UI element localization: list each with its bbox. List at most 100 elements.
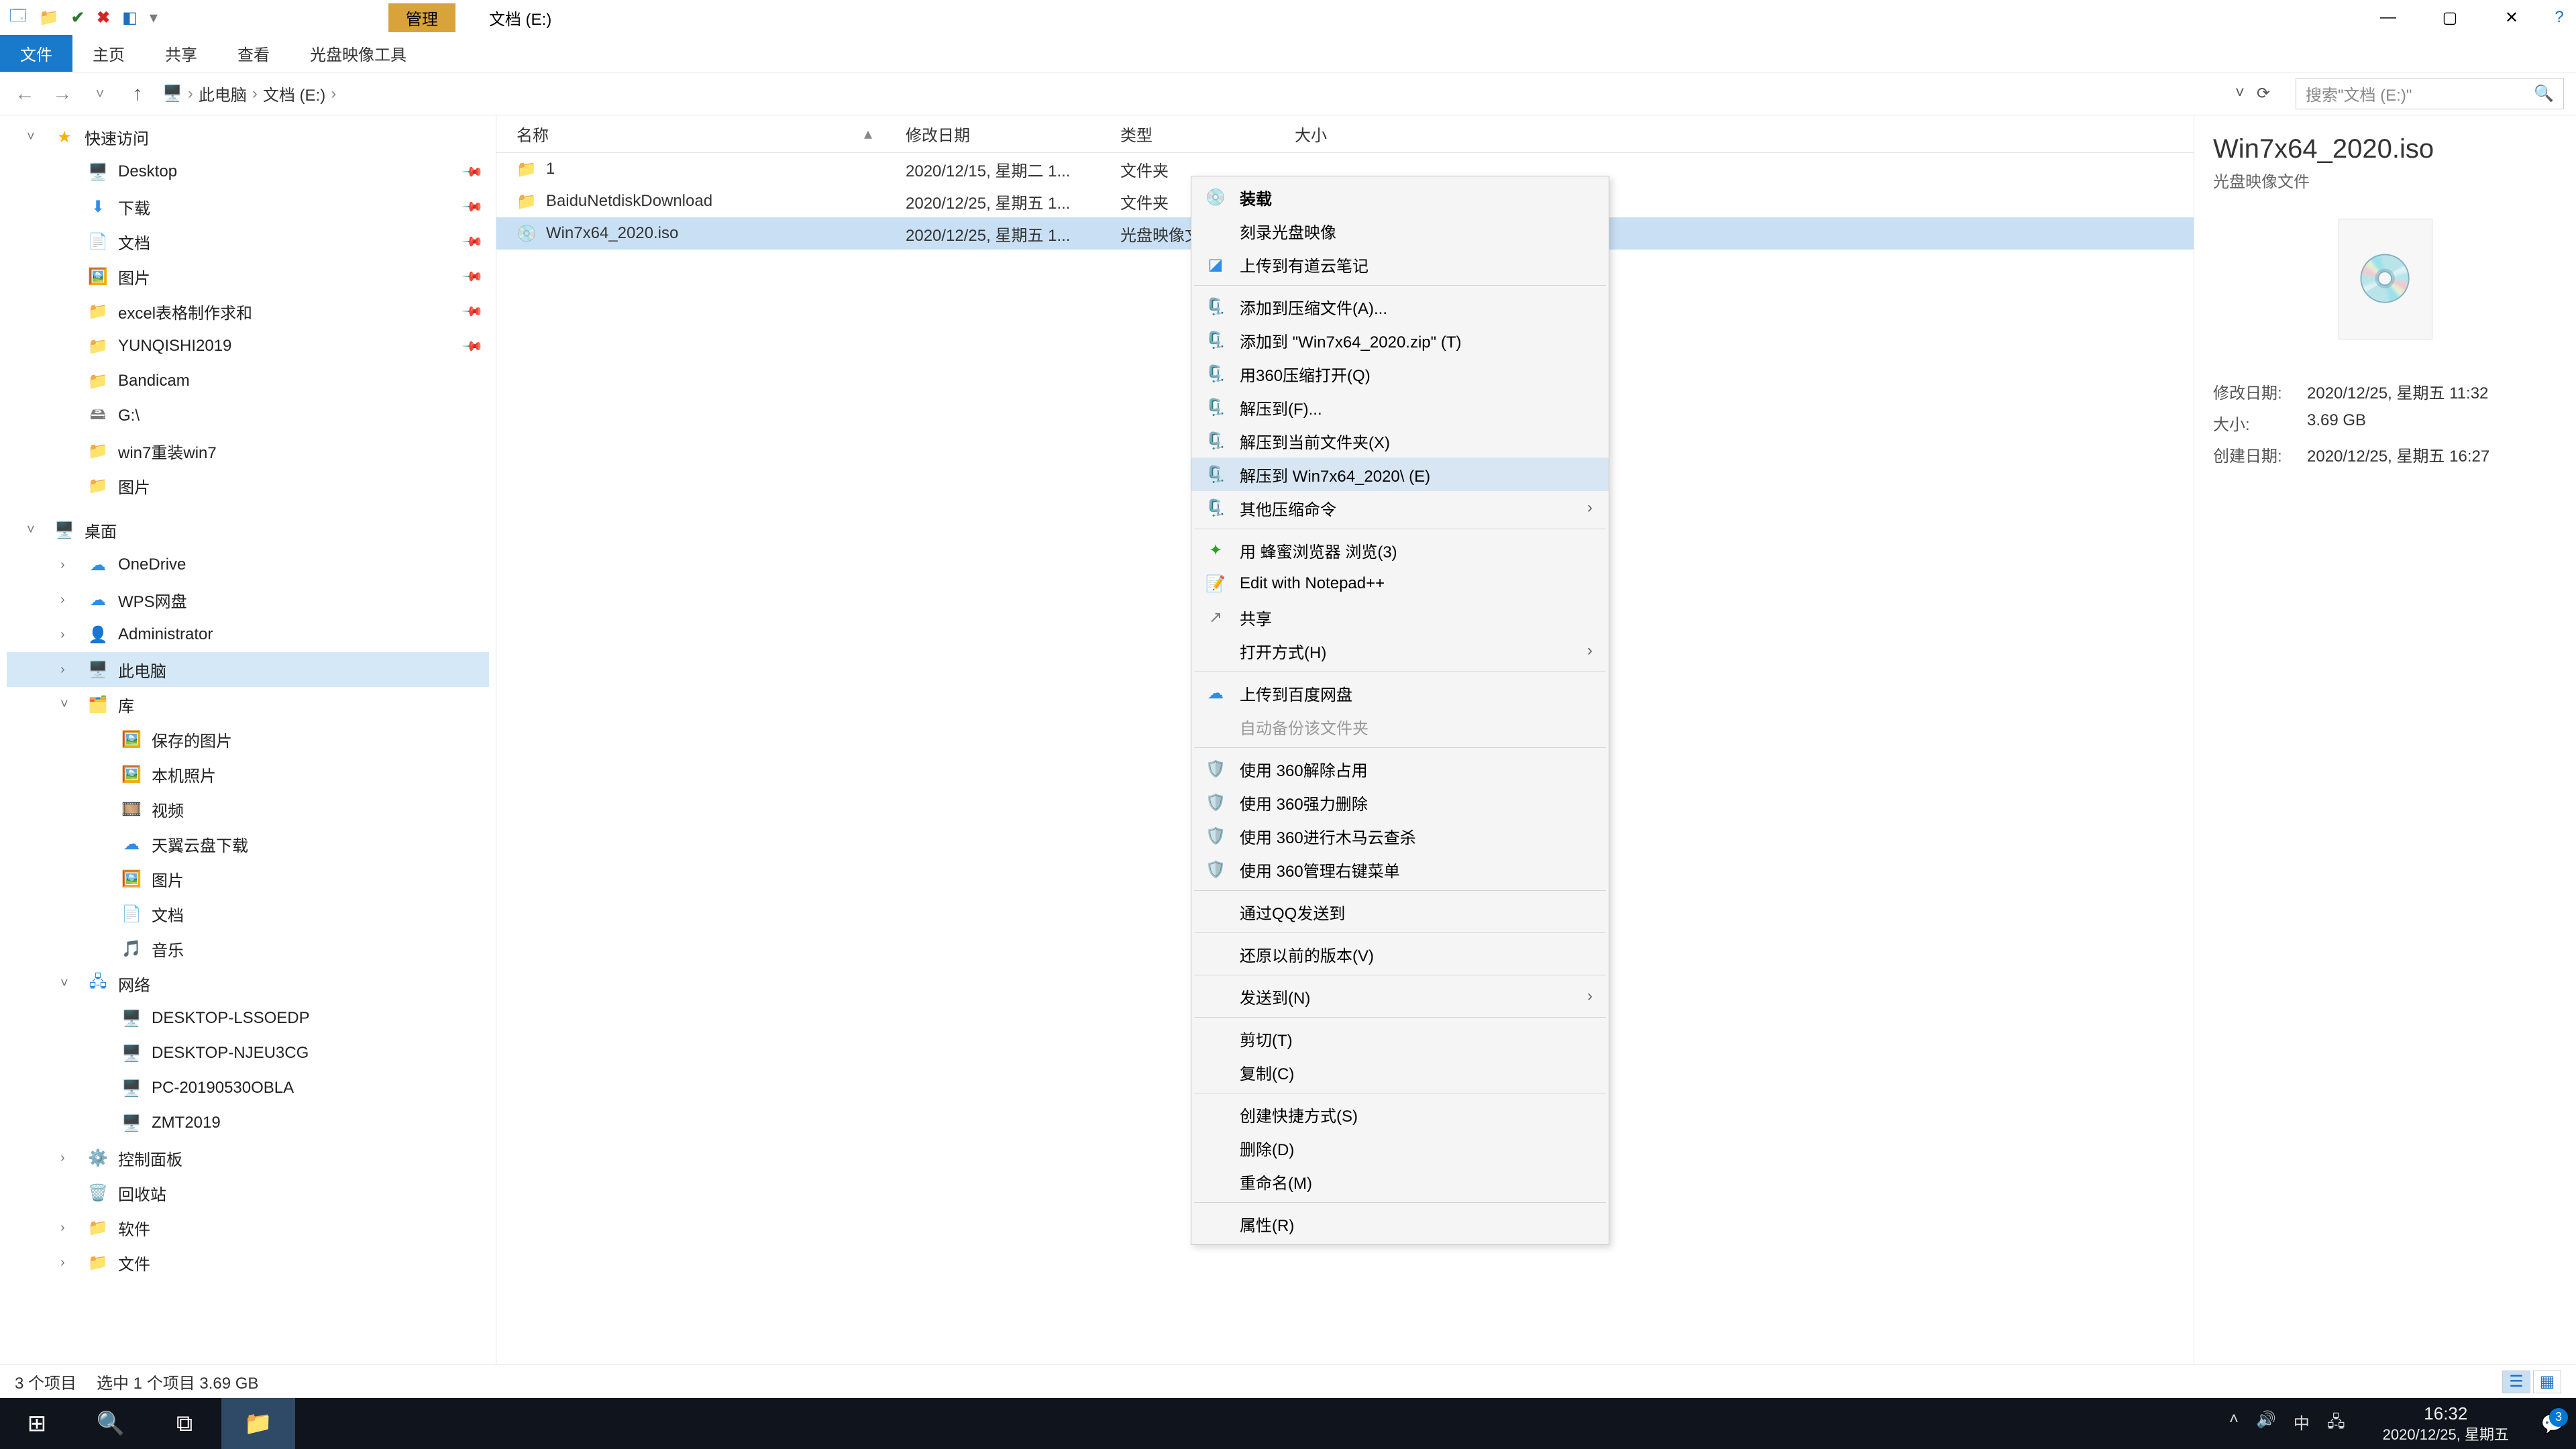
tree-item[interactable]: excel表格制作求和 — [118, 300, 252, 323]
network-icon[interactable]: 🖧 — [2327, 1410, 2345, 1438]
column-date[interactable]: 修改日期 — [885, 122, 1100, 146]
nav-up-button[interactable]: ↑ — [125, 83, 150, 105]
tree-item[interactable]: 软件 — [118, 1216, 150, 1240]
tree-item[interactable]: Bandicam — [118, 372, 190, 390]
tree-item[interactable]: 图片 — [118, 265, 150, 288]
tree-item[interactable]: DESKTOP-LSSOEDP — [152, 1009, 310, 1028]
ctx-mount[interactable]: 💿装载 — [1191, 180, 1609, 214]
ribbon-tab-file[interactable]: 文件 — [0, 35, 72, 72]
tree-item-network[interactable]: 网络 — [118, 972, 150, 996]
ribbon-tab-home[interactable]: 主页 — [72, 35, 145, 72]
nav-back-button[interactable]: ← — [12, 83, 38, 105]
taskbar-search-button[interactable]: 🔍 — [74, 1398, 148, 1449]
navigation-tree[interactable]: ˅★快速访问 🖥️Desktop📌 ⬇下载📌 📄文档📌 🖼️图片📌 📁excel… — [0, 115, 496, 1364]
tree-item[interactable]: OneDrive — [118, 555, 186, 574]
column-type[interactable]: 类型 — [1100, 122, 1275, 146]
ctx-add-archive[interactable]: 🗜️添加到压缩文件(A)... — [1191, 290, 1609, 323]
ctx-open-360zip[interactable]: 🗜️用360压缩打开(Q) — [1191, 357, 1609, 390]
ctx-other-compress[interactable]: 🗜️其他压缩命令› — [1191, 491, 1609, 525]
chevron-right-icon[interactable]: › — [252, 85, 258, 103]
ctx-qq-send[interactable]: 通过QQ发送到 — [1191, 895, 1609, 928]
close-button[interactable]: ✕ — [2481, 0, 2542, 35]
tree-item[interactable]: 视频 — [152, 798, 184, 821]
ctx-youdao-upload[interactable]: ◪上传到有道云笔记 — [1191, 248, 1609, 281]
help-button[interactable]: ? — [2542, 0, 2576, 35]
contextual-tab-label[interactable]: 管理 — [388, 3, 455, 32]
nav-forward-button[interactable]: → — [50, 83, 75, 105]
refresh-icon[interactable]: ⟳ — [2257, 84, 2270, 103]
ctx-create-shortcut[interactable]: 创建快捷方式(S) — [1191, 1097, 1609, 1131]
ctx-extract-to[interactable]: 🗜️解压到(F)... — [1191, 390, 1609, 424]
ctx-360-free[interactable]: 🛡️使用 360解除占用 — [1191, 752, 1609, 786]
ime-indicator[interactable]: 中 — [2294, 1410, 2310, 1438]
tree-item[interactable]: Desktop — [118, 162, 177, 181]
ctx-restore-previous[interactable]: 还原以前的版本(V) — [1191, 937, 1609, 971]
tree-item[interactable]: YUNQISHI2019 — [118, 337, 231, 356]
tree-item[interactable]: 文档 — [118, 230, 150, 254]
tree-item[interactable]: DESKTOP-NJEU3CG — [152, 1044, 309, 1063]
tree-item[interactable]: 文档 — [152, 902, 184, 926]
ctx-send-to[interactable]: 发送到(N)› — [1191, 979, 1609, 1013]
ctx-360-menu-manage[interactable]: 🛡️使用 360管理右键菜单 — [1191, 853, 1609, 886]
tree-item[interactable]: PC-20190530OBLA — [152, 1079, 294, 1097]
tray-overflow-icon[interactable]: ˄ — [2229, 1410, 2239, 1438]
tree-item[interactable]: 天翼云盘下载 — [152, 833, 248, 856]
tree-item-libraries[interactable]: 库 — [118, 693, 134, 716]
taskbar-app-explorer[interactable]: 📁 — [221, 1398, 295, 1449]
tree-item[interactable]: 下载 — [118, 195, 150, 219]
tree-item[interactable]: WPS网盘 — [118, 588, 187, 612]
nav-recent-dropdown[interactable]: ˅ — [87, 85, 113, 103]
tree-item-quickaccess[interactable]: 快速访问 — [85, 125, 149, 149]
tree-item[interactable]: 音乐 — [152, 937, 184, 961]
view-details-button[interactable]: ☰ — [2502, 1371, 2530, 1393]
maximize-button[interactable]: ▢ — [2419, 0, 2481, 35]
ctx-delete[interactable]: 删除(D) — [1191, 1131, 1609, 1165]
action-center-button[interactable]: 💬3 — [2529, 1413, 2576, 1435]
ribbon-tab-view[interactable]: 查看 — [217, 35, 290, 72]
ctx-open-with[interactable]: 打开方式(H)› — [1191, 634, 1609, 667]
tree-item[interactable]: Administrator — [118, 625, 213, 644]
ribbon-tab-share[interactable]: 共享 — [145, 35, 217, 72]
tree-item[interactable]: 控制面板 — [118, 1146, 182, 1170]
ctx-share[interactable]: ↗共享 — [1191, 600, 1609, 634]
ctx-notepadpp[interactable]: 📝Edit with Notepad++ — [1191, 567, 1609, 600]
ctx-extract-here[interactable]: 🗜️解压到当前文件夹(X) — [1191, 424, 1609, 458]
tree-item[interactable]: 图片 — [118, 474, 150, 498]
volume-icon[interactable]: 🔊 — [2256, 1410, 2276, 1438]
taskbar-clock[interactable]: 16:32 2020/12/25, 星期五 — [2363, 1403, 2529, 1444]
column-name[interactable]: 名称▴ — [496, 122, 885, 146]
tree-item[interactable]: ZMT2019 — [152, 1114, 221, 1132]
tree-item-thispc[interactable]: 此电脑 — [118, 658, 166, 682]
ctx-copy[interactable]: 复制(C) — [1191, 1055, 1609, 1089]
tree-item[interactable]: win7重装win7 — [118, 439, 217, 463]
ctx-360-force-delete[interactable]: 🛡️使用 360强力删除 — [1191, 786, 1609, 819]
ctx-add-zip[interactable]: 🗜️添加到 "Win7x64_2020.zip" (T) — [1191, 323, 1609, 357]
ctx-properties[interactable]: 属性(R) — [1191, 1207, 1609, 1240]
file-list[interactable]: 名称▴ 修改日期 类型 大小 📁1 2020/12/15, 星期二 1... 文… — [496, 115, 2194, 1364]
ribbon-tab-disctool[interactable]: 光盘映像工具 — [290, 35, 427, 72]
ctx-burn[interactable]: 刻录光盘映像 — [1191, 214, 1609, 248]
ctx-360-trojan-scan[interactable]: 🛡️使用 360进行木马云查杀 — [1191, 819, 1609, 853]
tree-item[interactable]: 文件 — [118, 1251, 150, 1275]
address-dropdown-icon[interactable]: ˅ — [2235, 84, 2245, 103]
chevron-right-icon[interactable]: › — [188, 85, 193, 103]
column-size[interactable]: 大小 — [1275, 122, 1409, 146]
folder-qat-icon[interactable]: 📁 — [39, 8, 59, 28]
crumb-folder[interactable]: 文档 (E:) — [263, 82, 325, 105]
search-input[interactable]: 搜索"文档 (E:)" 🔍 — [2296, 78, 2564, 109]
ctx-baidu-upload[interactable]: ☁上传到百度网盘 — [1191, 676, 1609, 710]
search-icon[interactable]: 🔍 — [2534, 84, 2554, 103]
tree-item[interactable]: 图片 — [152, 867, 184, 891]
start-button[interactable]: ⊞ — [0, 1398, 74, 1449]
qat-properties-icon[interactable]: ◧ — [122, 8, 138, 28]
qat-delete-icon[interactable]: ✖ — [97, 8, 110, 28]
tree-item[interactable]: G:\ — [118, 407, 140, 425]
tree-item-desktop[interactable]: 桌面 — [85, 519, 117, 542]
tree-item[interactable]: 保存的图片 — [152, 728, 232, 751]
breadcrumb[interactable]: 🖥️ › 此电脑 › 文档 (E:) › — [162, 82, 2223, 105]
qat-save-icon[interactable]: ✔ — [71, 8, 85, 28]
task-view-button[interactable]: ⧉ — [148, 1398, 221, 1449]
ctx-cut[interactable]: 剪切(T) — [1191, 1022, 1609, 1055]
tree-item[interactable]: 回收站 — [118, 1181, 166, 1205]
qat-dropdown-icon[interactable]: ▾ — [150, 8, 158, 28]
